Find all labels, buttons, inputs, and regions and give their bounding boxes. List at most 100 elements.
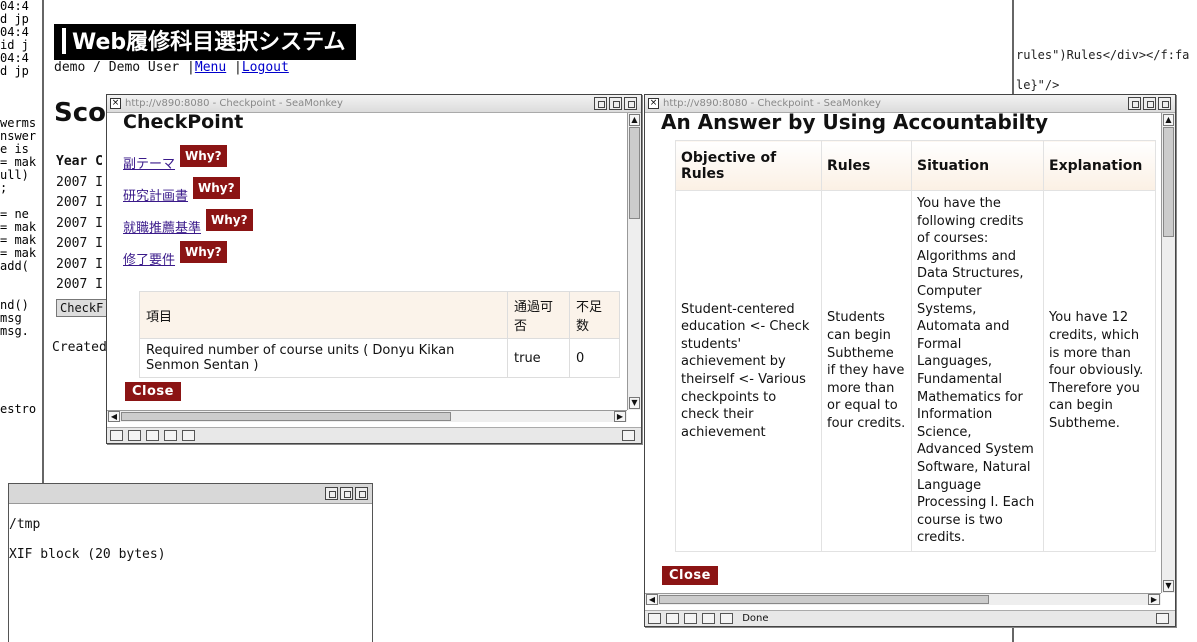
logout-link[interactable]: Logout: [242, 60, 289, 75]
checkpoint-table: 項目 通過可否 不足数 Required number of course un…: [139, 291, 620, 378]
addressbook-icon[interactable]: [164, 430, 177, 441]
window-title: http://v890:8080 - Checkpoint - SeaMonke…: [663, 98, 881, 109]
close-button[interactable]: Close: [662, 566, 718, 585]
user-name: demo / Demo User |: [54, 60, 195, 75]
vertical-scrollbar[interactable]: ▲ ▼: [1161, 113, 1175, 593]
table-row: Student-centered education <- Check stud…: [675, 190, 1156, 552]
year-row: 2007 I: [56, 277, 103, 292]
accountability-table: Objective of Rules Rules Situation Expla…: [675, 140, 1156, 552]
scrollbar-thumb[interactable]: [1163, 127, 1174, 237]
status-bar: Done: [645, 610, 1175, 626]
maximize-button[interactable]: [609, 97, 622, 110]
accountability-window: × http://v890:8080 - Checkpoint - SeaMon…: [644, 94, 1176, 627]
item-link[interactable]: 就職推薦基準: [123, 217, 201, 236]
scroll-down-arrow-icon[interactable]: ▼: [629, 397, 640, 409]
scrollbar-thumb[interactable]: [629, 127, 640, 219]
code-line: rules")Rules</div></f:fa: [1016, 48, 1190, 62]
scroll-up-arrow-icon[interactable]: ▲: [1163, 114, 1174, 126]
menu-link[interactable]: Menu: [195, 60, 226, 75]
item-link[interactable]: 研究計画書: [123, 185, 188, 204]
table-header: Objective of Rules: [675, 140, 822, 191]
minimize-button[interactable]: [325, 487, 338, 500]
scroll-left-arrow-icon[interactable]: ◀: [108, 411, 120, 422]
minimize-button[interactable]: [1128, 97, 1141, 110]
maximize-button[interactable]: [340, 487, 353, 500]
checkpoint-item: 研究計画書 Why?: [123, 177, 240, 204]
addressbook-icon[interactable]: [702, 613, 715, 624]
window-menu-icon[interactable]: ×: [110, 98, 121, 109]
security-lock-icon: [1156, 613, 1169, 624]
table-header: 不足数: [569, 291, 620, 339]
composer-icon[interactable]: [684, 613, 697, 624]
why-button[interactable]: Why?: [206, 209, 253, 231]
composer-icon[interactable]: [146, 430, 159, 441]
close-button[interactable]: Close: [125, 382, 181, 401]
scrollbar-thumb[interactable]: [121, 412, 451, 421]
table-header: Situation: [911, 140, 1044, 191]
mail-icon[interactable]: [666, 613, 679, 624]
close-window-button[interactable]: [624, 97, 637, 110]
item-link[interactable]: 修了要件: [123, 249, 175, 268]
status-text: Done: [742, 613, 769, 624]
navigator-icon[interactable]: [110, 430, 123, 441]
checkpoint-item: 副テーマ Why?: [123, 145, 227, 172]
year-row: 2007 I: [56, 256, 103, 272]
maximize-button[interactable]: [1143, 97, 1156, 110]
scroll-right-arrow-icon[interactable]: ▶: [1148, 594, 1160, 605]
terminal-line: estro: [0, 402, 37, 416]
item-link[interactable]: 副テーマ: [123, 153, 175, 172]
created-label: Created: [52, 340, 107, 355]
table-header: 項目: [139, 291, 508, 339]
app-title-text: Web履修科目選択システム: [72, 30, 346, 55]
chat-icon[interactable]: [182, 430, 195, 441]
vertical-scrollbar[interactable]: ▲ ▼: [627, 113, 641, 410]
mail-icon[interactable]: [128, 430, 141, 441]
year-list: Year C 2007 I 2007 I 2007 I 2007 I 2007 I 2007…: [56, 152, 103, 296]
table-header: 通過可否: [507, 291, 570, 339]
objective-cell: Student-centered education <- Check stud…: [675, 190, 822, 552]
checkpoint-titlebar: × http://v890:8080 - Checkpoint - SeaMon…: [107, 95, 641, 113]
window-title: http://v890:8080 - Checkpoint - SeaMonke…: [125, 98, 343, 109]
why-button[interactable]: Why?: [193, 177, 240, 199]
year-row: 2007 I: [56, 174, 103, 190]
table-header: Explanation: [1043, 140, 1156, 191]
year-row: Year C: [56, 154, 103, 169]
checkpoint-button[interactable]: CheckF: [56, 299, 108, 317]
user-bar: demo / Demo User |Menu |Logout: [54, 60, 289, 75]
close-window-button[interactable]: [355, 487, 368, 500]
why-button[interactable]: Why?: [180, 241, 227, 263]
app-title: Web履修科目選択システム: [54, 24, 356, 60]
window-menu-icon[interactable]: ×: [648, 98, 659, 109]
accountability-titlebar: × http://v890:8080 - Checkpoint - SeaMon…: [645, 95, 1175, 113]
chat-icon[interactable]: [720, 613, 733, 624]
scroll-right-arrow-icon[interactable]: ▶: [614, 411, 626, 422]
checkpoint-item: 就職推薦基準 Why?: [123, 209, 253, 236]
scrollbar-thumb[interactable]: [659, 595, 989, 604]
checkpoint-window: × http://v890:8080 - Checkpoint - SeaMon…: [106, 94, 642, 444]
status-bar: [107, 427, 641, 443]
code-line: le}"/>: [1016, 78, 1060, 92]
horizontal-scrollbar[interactable]: ◀ ▶: [645, 593, 1161, 605]
scroll-down-arrow-icon[interactable]: ▼: [1163, 580, 1174, 592]
security-lock-icon: [622, 430, 635, 441]
year-row: 2007 I: [56, 236, 103, 251]
year-row: 2007 I: [56, 215, 103, 231]
table-cell: 0: [569, 338, 620, 378]
accountability-title: An Answer by Using Accountabilty: [661, 113, 1049, 134]
page-heading: Sco: [54, 98, 106, 128]
scroll-up-arrow-icon[interactable]: ▲: [629, 114, 640, 126]
scroll-left-arrow-icon[interactable]: ◀: [646, 594, 658, 605]
horizontal-scrollbar[interactable]: ◀ ▶: [107, 410, 627, 422]
explanation-cell: You have 12 credits, which is more than …: [1043, 190, 1156, 552]
path-text: /tmp: [9, 517, 41, 532]
close-window-button[interactable]: [1158, 97, 1171, 110]
navigator-icon[interactable]: [648, 613, 661, 624]
window-titlebar: [9, 484, 372, 504]
situation-cell: You have the following credits of course…: [911, 190, 1044, 552]
table-cell: Required number of course units ( Donyu …: [139, 338, 508, 378]
table-header: Rules: [821, 140, 912, 191]
table-cell: true: [507, 338, 570, 378]
minimize-button[interactable]: [594, 97, 607, 110]
checkpoint-title: CheckPoint: [123, 113, 244, 133]
why-button[interactable]: Why?: [180, 145, 227, 167]
